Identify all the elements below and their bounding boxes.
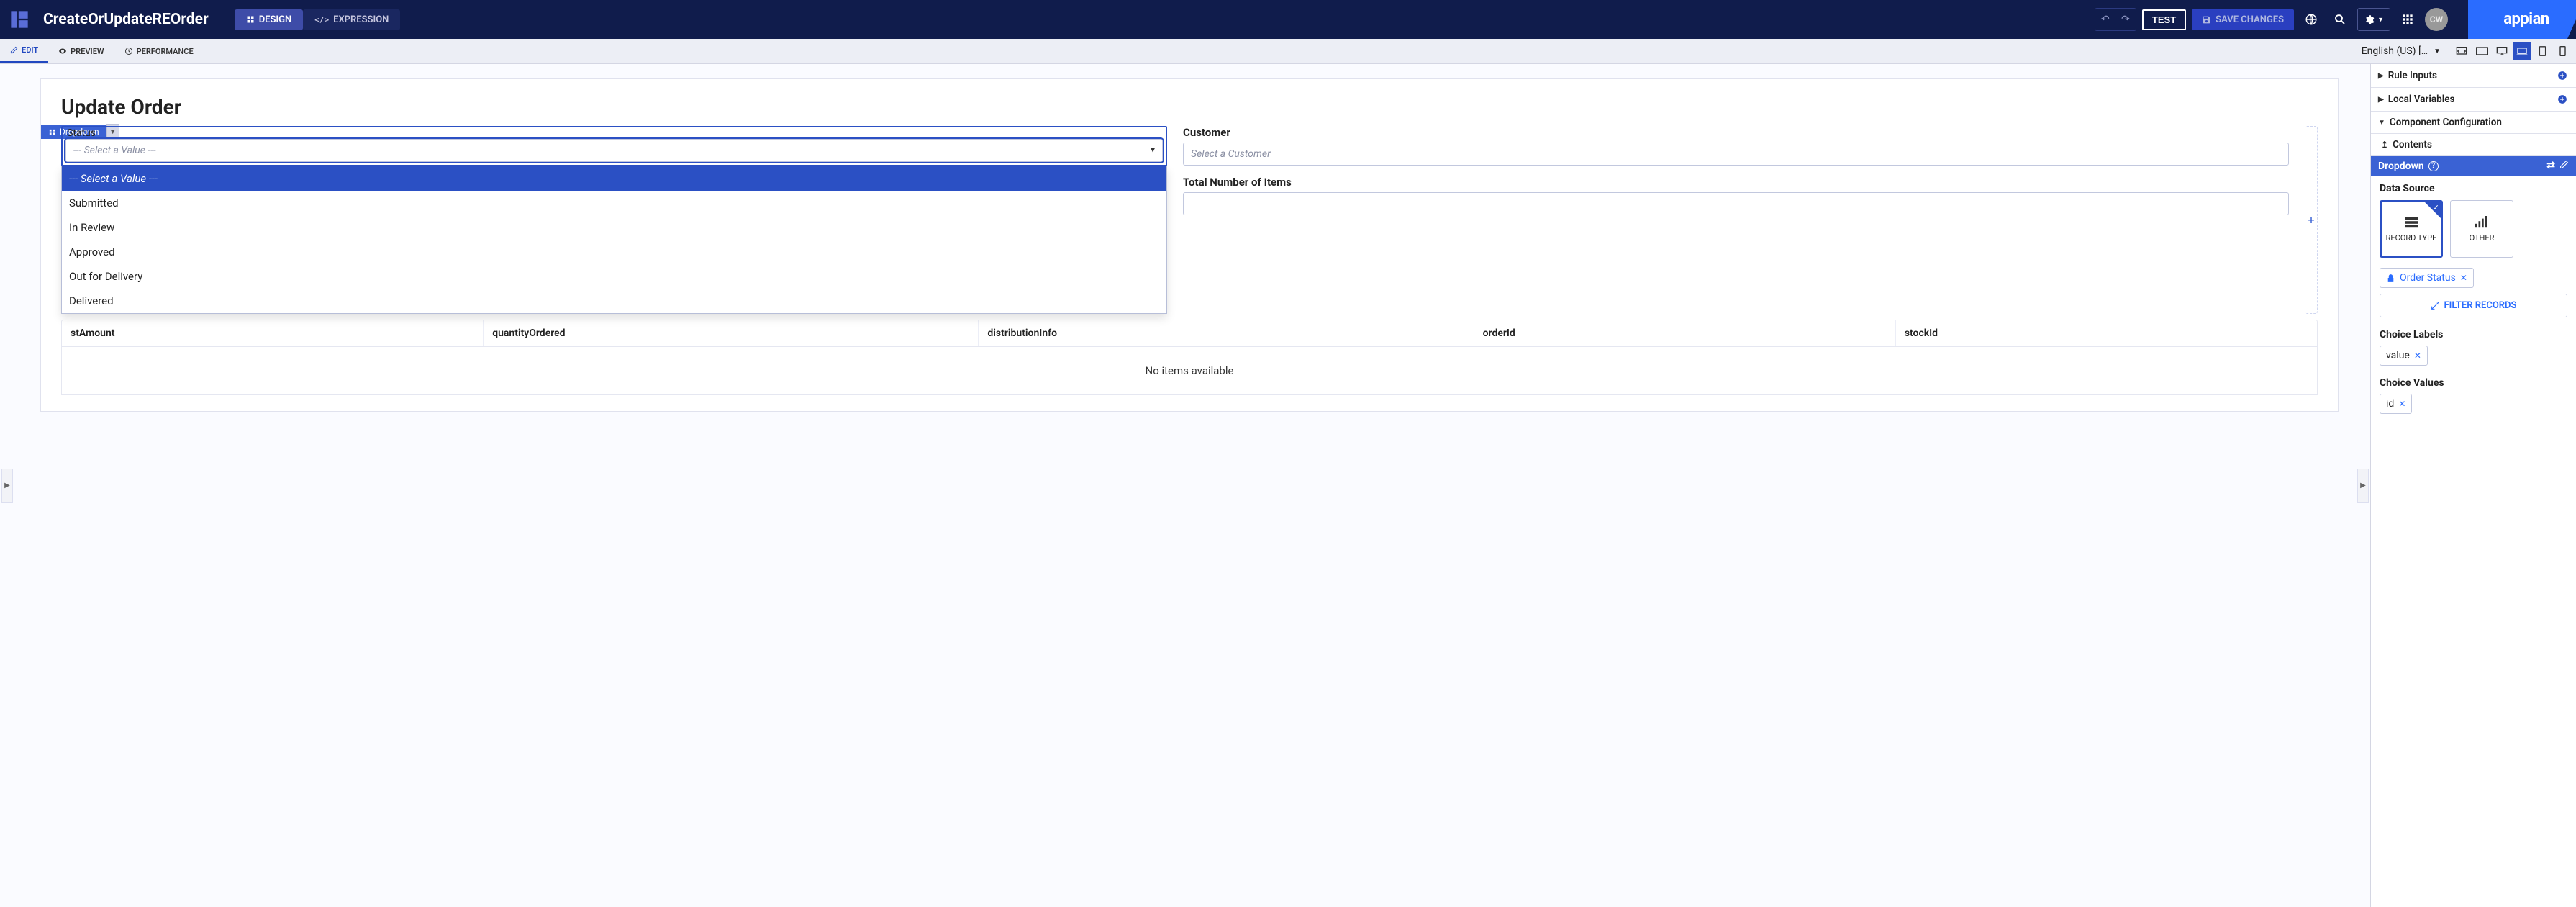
app-logo[interactable] — [0, 0, 39, 39]
grid-col-orderid[interactable]: orderId — [1474, 320, 1896, 346]
tab-performance[interactable]: PERFORMANCE — [114, 39, 204, 63]
choice-values-label: Choice Values — [2380, 377, 2567, 389]
settings-menu[interactable]: ▼ — [2357, 8, 2390, 31]
customer-picker[interactable]: Select a Customer — [1183, 143, 2289, 166]
save-button[interactable]: SAVE CHANGES — [2192, 9, 2294, 30]
data-source-label: Data Source — [2380, 183, 2567, 194]
form-title: Update Order — [61, 95, 2318, 119]
mode-design-label: DESIGN — [259, 14, 292, 25]
tab-edit[interactable]: EDIT — [0, 39, 48, 63]
grid-icon[interactable] — [2396, 8, 2419, 31]
edit-expression-icon[interactable] — [2559, 160, 2569, 172]
section-component-config[interactable]: ▼Component Configuration — [2371, 112, 2576, 133]
device-tablet-icon[interactable] — [2533, 42, 2552, 60]
grid-col-quantity[interactable]: quantityOrdered — [484, 320, 979, 346]
section-contents[interactable]: ↥Contents — [2371, 134, 2576, 155]
device-phone-icon[interactable] — [2553, 42, 2572, 60]
choice-labels-value[interactable]: value ✕ — [2380, 346, 2428, 366]
swap-icon[interactable]: ⇄ — [2546, 160, 2555, 172]
mode-expression[interactable]: </> EXPRESSION — [303, 9, 400, 30]
remove-choice-labels-icon[interactable]: ✕ — [2414, 351, 2421, 361]
add-local-variable-button[interactable] — [2556, 93, 2569, 106]
config-panel: ▶Rule Inputs ▶Local Variables ▼Component… — [2370, 64, 2576, 907]
grid-empty-message: No items available — [61, 347, 2318, 395]
expand-left-palette[interactable]: ▶ — [1, 469, 13, 503]
design-canvas: ▶ ▶ Update Order Dropdown ▼ Status — [0, 64, 2370, 907]
status-dropdown[interactable]: --- Select a Value --- ▼ — [65, 139, 1163, 162]
language-selector[interactable]: English (US) [… ▼ — [2362, 45, 2448, 57]
status-option-out-for-delivery[interactable]: Out for Delivery — [62, 264, 1166, 289]
record-type-chip[interactable]: Order Status ✕ — [2380, 268, 2474, 288]
device-desktop-icon[interactable] — [2493, 42, 2511, 60]
status-option-in-review[interactable]: In Review — [62, 215, 1166, 240]
status-option-placeholder[interactable]: --- Select a Value --- — [62, 166, 1166, 191]
device-wide-icon[interactable] — [2472, 42, 2491, 60]
total-items-input[interactable] — [1183, 192, 2289, 215]
avatar[interactable]: CW — [2425, 8, 2448, 31]
brand-logo: appian — [2468, 0, 2576, 39]
customer-label: Customer — [1183, 126, 2289, 139]
device-fit-icon[interactable] — [2452, 42, 2471, 60]
help-icon[interactable]: ? — [2428, 161, 2439, 171]
remove-record-type-icon[interactable]: ✕ — [2460, 273, 2467, 283]
status-option-submitted[interactable]: Submitted — [62, 191, 1166, 215]
redo-button[interactable]: ↷ — [2115, 9, 2136, 30]
status-dropdown-listbox: --- Select a Value --- Submitted In Revi… — [61, 166, 1167, 314]
ds-record-type[interactable]: RECORD TYPE — [2380, 200, 2443, 258]
selected-component-header: Dropdown ? ⇄ — [2371, 156, 2576, 176]
status-option-delivered[interactable]: Delivered — [62, 289, 1166, 313]
section-local-variables[interactable]: ▶Local Variables — [2371, 88, 2576, 111]
undo-redo-group: ↶ ↷ — [2095, 8, 2136, 31]
grid-col-stamount[interactable]: stAmount — [62, 320, 484, 346]
status-option-approved[interactable]: Approved — [62, 240, 1166, 264]
choice-labels-label: Choice Labels — [2380, 329, 2567, 340]
test-button[interactable]: TEST — [2142, 9, 2186, 30]
save-label: SAVE CHANGES — [2216, 14, 2284, 25]
choice-values-value[interactable]: id ✕ — [2380, 394, 2412, 414]
items-grid-header: stAmount quantityOrdered distributionInf… — [61, 320, 2318, 347]
chevron-down-icon: ▼ — [1149, 147, 1156, 155]
filter-records-button[interactable]: FILTER RECORDS — [2380, 294, 2567, 317]
search-icon[interactable] — [2328, 8, 2351, 31]
globe-icon[interactable] — [2300, 8, 2323, 31]
view-tabbar: EDIT PREVIEW PERFORMANCE English (US) […… — [0, 39, 2576, 64]
grid-col-stockid[interactable]: stockId — [1896, 320, 2317, 346]
collapse-right-panel[interactable]: ▶ — [2357, 469, 2369, 503]
total-items-label: Total Number of Items — [1183, 176, 2289, 189]
mode-expression-label: EXPRESSION — [333, 14, 389, 25]
ds-other[interactable]: OTHER — [2450, 200, 2513, 258]
add-column-button[interactable]: + — [2305, 126, 2318, 314]
add-rule-input-button[interactable] — [2556, 69, 2569, 82]
undo-button[interactable]: ↶ — [2095, 9, 2115, 30]
device-laptop-icon[interactable] — [2513, 42, 2531, 60]
tab-preview[interactable]: PREVIEW — [48, 39, 114, 63]
remove-choice-values-icon[interactable]: ✕ — [2398, 399, 2405, 409]
appbar: CreateOrUpdateREOrder DESIGN </> EXPRESS… — [0, 0, 2576, 39]
status-dropdown-field[interactable]: Status --- Select a Value --- ▼ — [61, 126, 1167, 166]
section-rule-inputs[interactable]: ▶Rule Inputs — [2371, 64, 2576, 87]
mode-design[interactable]: DESIGN — [235, 9, 304, 30]
grid-col-distribution[interactable]: distributionInfo — [979, 320, 1474, 346]
page-title: CreateOrUpdateREOrder — [43, 11, 209, 28]
